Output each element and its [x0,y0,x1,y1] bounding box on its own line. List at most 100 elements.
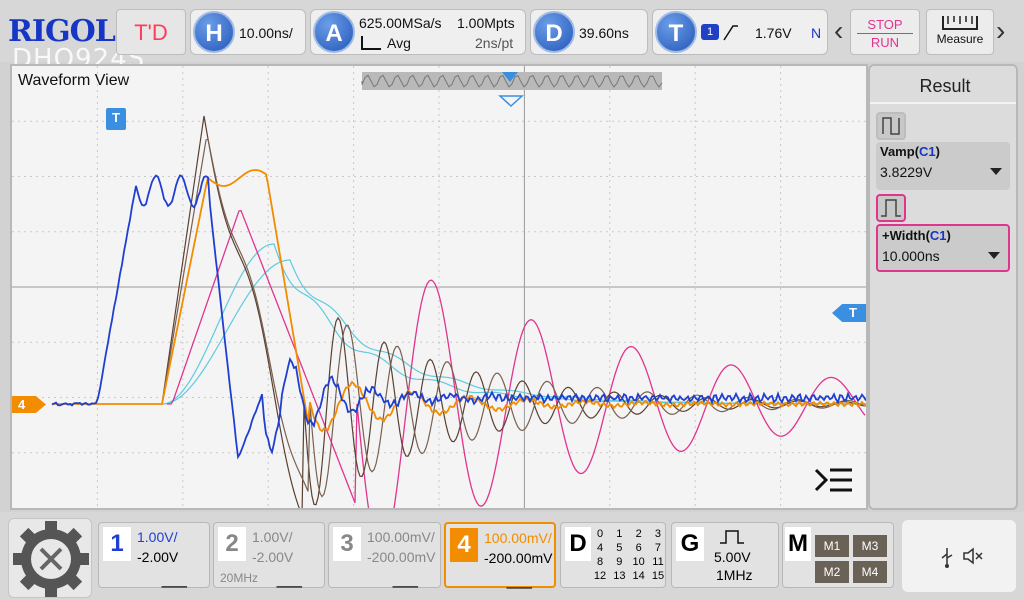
trigger-control[interactable]: T 1 1.76V N [652,9,828,55]
top-bar: RIGOL DHO924S T'D H 10.00ns/ A 625.00MSa… [0,0,1024,62]
acquire-mode: Avg [387,35,411,51]
vamp-channel: C1 [919,144,936,159]
math-label: M [785,527,811,561]
digital-channel: 10 [630,555,648,569]
generator-amplitude: 5.00V [714,549,751,565]
trace-magenta [167,211,865,508]
oscilloscope-screen: RIGOL DHO924S T'D H 10.00ns/ A 625.00MSa… [0,0,1024,600]
trigger-level: 1.76V [755,25,792,41]
digital-channel: 4 [591,541,609,555]
waveform-title: Waveform View [18,72,129,90]
trace-brown-2 [162,139,866,497]
amplitude-icon [876,112,906,140]
channel-2-number: 2 [218,527,246,561]
digital-channel: 14 [630,569,648,583]
channel-3-scale: 100.00mV/ [367,529,435,545]
settings-gear-icon[interactable] [8,518,92,598]
generator-box[interactable]: G 5.00V 1MHz [671,522,779,588]
horizontal-control[interactable]: H 10.00ns/ [190,9,306,55]
digital-channel: 5 [610,541,628,555]
status-area [902,520,1016,592]
channel-1-number: 1 [103,527,131,561]
chevron-right-icon[interactable]: › [996,16,1005,46]
channel-2-box[interactable]: 2 1.00V/ -2.00V 20MHz ▁▁▁ [213,522,325,588]
digital-row: 4567 [591,541,667,555]
result-pwidth[interactable]: +Width(C1) 10.000ns [876,224,1010,272]
vamp-name: Vamp [880,144,915,159]
trace-cyan-1 [162,244,866,404]
digital-channel: 2 [630,527,648,541]
trace-cyan-2 [162,260,866,404]
trigger-time-marker[interactable]: T [106,108,126,130]
channel-4-number: 4 [450,528,478,562]
measure-button[interactable]: Measure [926,9,994,55]
channel-4-box[interactable]: 4 100.00mV/ -200.00mV ▁▁▁ [444,522,556,588]
waveform-plot [12,66,866,508]
memory-depth: 1.00Mpts [457,15,515,31]
td-button[interactable]: T'D [116,9,186,55]
channel-3-box[interactable]: 3 100.00mV/ -200.00mV ▁▁▁ [328,522,441,588]
digital-channel: 1 [610,527,628,541]
digital-channel: 8 [591,555,609,569]
channel-1-box[interactable]: 1 1.00V/ -2.00V ▁▁▁ [98,522,210,588]
channel-2-scale: 1.00V/ [252,529,292,545]
math-m2[interactable]: M2 [815,561,849,583]
chevron-left-icon[interactable]: ‹ [834,16,843,46]
trigger-badge: T [655,11,697,53]
trigger-position-icon [500,96,522,106]
acquire-mode-icon [361,36,381,50]
math-m4[interactable]: M4 [853,561,887,583]
generator-frequency: 1MHz [716,567,753,583]
result-title: Result [870,76,1020,97]
pwidth-channel: C1 [930,228,947,243]
stop-run-button[interactable]: STOP RUN [850,9,920,55]
digital-channel: 3 [649,527,667,541]
waveform-view[interactable]: Waveform View T 4 T [10,64,868,510]
channel-3-offset: -200.00mV [367,549,435,565]
trace-ch4 [52,170,866,431]
math-m3[interactable]: M3 [853,535,887,557]
trigger-source: 1 [701,24,719,40]
math-box[interactable]: M M1 M3 M2 M4 [782,522,894,588]
digital-channel: 0 [591,527,609,541]
acquire-control[interactable]: A 625.00MSa/s 1.00Mpts Avg 2ns/pt [310,9,526,55]
rising-edge-icon [723,24,739,42]
acquire-badge: A [313,11,355,53]
ruler-icon [942,16,978,30]
delay-control[interactable]: D 39.60ns [530,9,648,55]
trace-brown-1 [162,116,866,508]
digital-channels-box[interactable]: D 0 1 2 3 4 5 6 7 8 9 10 11 12 13 14 15 [560,522,666,588]
channel-1-coupling-icon: ▁▁▁ [162,575,187,588]
pulse-width-icon [876,194,906,222]
generator-label: G [676,527,704,561]
digital-channel: 12 [591,569,609,583]
speaker-muted-icon[interactable] [962,546,984,571]
chevron-down-icon[interactable] [988,252,1000,259]
delay-value: 39.60ns [579,25,629,41]
stop-label: STOP [851,17,919,32]
trigger-mode: N [811,25,821,41]
digital-row: 12 13 14 15 [591,569,667,583]
horizontal-badge: H [193,11,235,53]
menu-collapse-icon[interactable] [814,466,854,503]
result-vamp[interactable]: Vamp(C1) 3.8229V [876,142,1010,190]
chevron-down-icon[interactable] [990,168,1002,175]
usb-icon [940,546,954,573]
math-m1[interactable]: M1 [815,535,849,557]
channel-4-coupling-icon: ▁▁▁ [507,576,532,589]
digital-label: D [565,527,591,561]
run-label: RUN [851,35,919,50]
pwidth-value: 10.000ns [882,248,940,264]
channel-4-scale: 100.00mV/ [484,530,552,546]
result-panel: Result Vamp(C1) 3.8229V +Width(C1) 10.00… [868,64,1018,510]
channel-2-offset: -2.00V [252,549,293,565]
channel-1-offset: -2.00V [137,549,178,565]
channel-2-bandwidth: 20MHz [220,571,258,585]
bottom-bar: 1 1.00V/ -2.00V ▁▁▁ 2 1.00V/ -2.00V 20MH… [0,512,1024,600]
measure-label: Measure [927,32,993,46]
timebase-value: 10.00ns/ [239,25,293,41]
digital-channel: 6 [630,541,648,555]
channel-3-number: 3 [333,527,361,561]
square-wave-icon [718,529,746,550]
digital-channel: 11 [649,555,667,569]
